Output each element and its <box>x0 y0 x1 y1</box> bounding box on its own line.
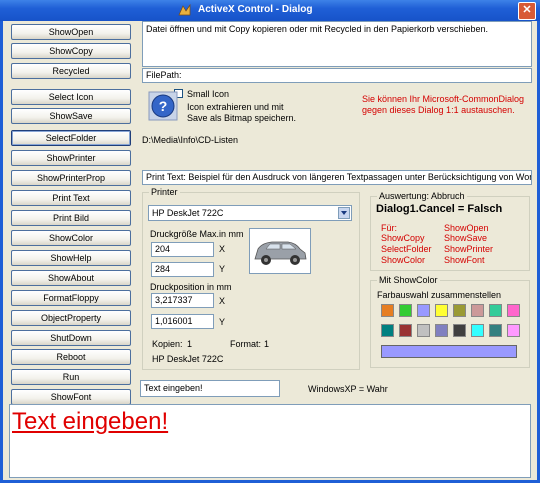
color-swatch[interactable] <box>453 324 466 337</box>
red-note-line1: Sie können Ihr Microsoft-CommonDialog <box>362 94 525 104</box>
color-swatch[interactable] <box>471 304 484 317</box>
color-swatch[interactable] <box>399 304 412 317</box>
showabout-button[interactable]: ShowAbout <box>11 270 131 286</box>
copies-value: 1 <box>187 339 193 349</box>
color-swatch[interactable] <box>507 324 520 337</box>
result-item: ShowOpen <box>444 223 489 233</box>
showcopy-button[interactable]: ShowCopy <box>11 43 131 59</box>
printer-select-value: HP DeskJet 722C <box>152 208 224 218</box>
chevron-down-icon[interactable] <box>338 207 350 219</box>
position-x-field[interactable]: 3,217337 <box>151 293 214 308</box>
color-swatch[interactable] <box>417 324 430 337</box>
position-y-label: Y <box>219 317 226 327</box>
svg-text:?: ? <box>159 98 168 114</box>
position-label: Druckposition in mm <box>150 282 232 292</box>
icon-desc-line1: Icon extrahieren und mit <box>187 102 284 112</box>
result-item: SelectFolder <box>381 244 432 254</box>
fuer-label: Für: <box>381 223 398 233</box>
color-swatch[interactable] <box>381 324 394 337</box>
size-x-label: X <box>219 244 226 254</box>
result-item: ShowPrinter <box>444 244 494 254</box>
result-item: ShowColor <box>381 255 426 265</box>
showprinter-button[interactable]: ShowPrinter <box>11 150 131 166</box>
icon-desc-line2: Save als Bitmap speichern. <box>187 113 297 123</box>
run-button[interactable]: Run <box>11 369 131 385</box>
title-bar: ActiveX Control - Dialog ✕ <box>0 0 540 21</box>
size-x-field[interactable]: 204 <box>151 242 214 257</box>
info-text-box[interactable]: Datei öffnen und mit Copy kopieren oder … <box>142 21 532 67</box>
color-swatch[interactable] <box>489 324 502 337</box>
format-value: 1 <box>264 339 270 349</box>
reboot-button[interactable]: Reboot <box>11 349 131 365</box>
result-item: ShowSave <box>444 233 488 243</box>
close-button[interactable]: ✕ <box>518 2 536 20</box>
folder-path: D:\Media\Info\CD-Listen <box>142 135 239 145</box>
color-swatch[interactable] <box>381 304 394 317</box>
copies-label: Kopien: <box>152 339 183 349</box>
selectfolder-button[interactable]: SelectFolder <box>11 130 131 146</box>
output-text-area[interactable]: Text eingeben! <box>9 404 531 478</box>
color-swatch[interactable] <box>417 304 430 317</box>
showcolor-group-title: Mit ShowColor <box>377 275 440 285</box>
recycled-button[interactable]: Recycled <box>11 63 131 79</box>
size-y-field[interactable]: 284 <box>151 262 214 277</box>
color-swatch[interactable] <box>399 324 412 337</box>
result-item: ShowFont <box>444 255 485 265</box>
showsave-button[interactable]: ShowSave <box>11 108 131 124</box>
position-y-field[interactable]: 1,016001 <box>151 314 214 329</box>
app-icon <box>178 4 191 16</box>
showfont-button[interactable]: ShowFont <box>11 389 131 405</box>
text-input-field[interactable]: Text eingeben! <box>140 380 280 397</box>
print-text-button[interactable]: Print Text <box>11 190 131 206</box>
small-icon-label: Small Icon <box>187 89 230 99</box>
window-title: ActiveX Control - Dialog <box>198 4 313 15</box>
auswertung-group-title: Auswertung: Abbruch <box>377 191 467 201</box>
showopen-button[interactable]: ShowOpen <box>11 24 131 40</box>
print-text-field[interactable]: Print Text: Beispiel für den Ausdruck vo… <box>142 170 532 185</box>
shutdown-button[interactable]: ShutDown <box>11 330 131 346</box>
showcolor-subtitle: Farbauswahl zusammenstellen <box>377 290 502 300</box>
result-item: ShowCopy <box>381 233 425 243</box>
showprinterprop-button[interactable]: ShowPrinterProp <box>11 170 131 186</box>
objectproperty-button[interactable]: ObjectProperty <box>11 310 131 326</box>
position-x-label: X <box>219 296 226 306</box>
output-big-text: Text eingeben! <box>12 408 169 435</box>
color-swatch[interactable] <box>435 324 448 337</box>
showhelp-button[interactable]: ShowHelp <box>11 250 131 266</box>
help-question-icon: ? <box>148 91 178 121</box>
selected-color-bar <box>381 345 517 358</box>
formatfloppy-button[interactable]: FormatFloppy <box>11 290 131 306</box>
select-icon-button[interactable]: Select Icon <box>11 89 131 105</box>
color-swatch[interactable] <box>435 304 448 317</box>
printer-group-title: Printer <box>149 187 180 197</box>
color-swatch[interactable] <box>471 324 484 337</box>
filepath-field[interactable]: FilePath: <box>142 68 532 83</box>
windowsxp-status: WindowsXP = Wahr <box>308 384 388 394</box>
print-bild-button[interactable]: Print Bild <box>11 210 131 226</box>
color-swatch[interactable] <box>507 304 520 317</box>
car-image <box>249 228 311 274</box>
size-y-label: Y <box>219 264 226 274</box>
color-swatch[interactable] <box>453 304 466 317</box>
dialog-result: Dialog1.Cancel = Falsch <box>376 203 503 215</box>
printer-name: HP DeskJet 722C <box>152 354 224 364</box>
format-label: Format: <box>230 339 262 349</box>
showcolor-button[interactable]: ShowColor <box>11 230 131 246</box>
printer-select[interactable]: HP DeskJet 722C <box>148 205 352 221</box>
size-label: Druckgröße Max.in mm <box>150 229 244 239</box>
color-swatch[interactable] <box>489 304 502 317</box>
red-note-line2: gegen dieses Dialog 1:1 austauschen. <box>362 105 515 115</box>
